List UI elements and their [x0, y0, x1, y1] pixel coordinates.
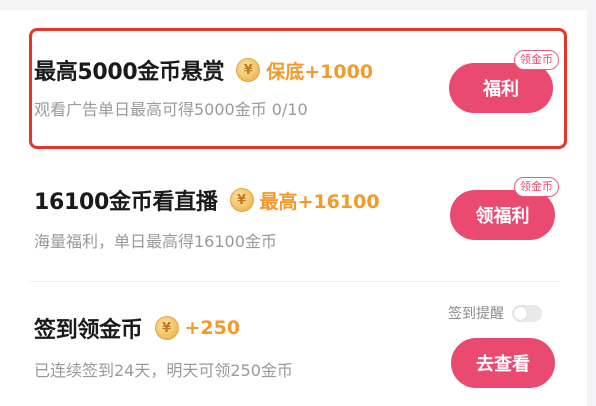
task-subtitle: 已连续签到24天，明天可领250金币 [34, 361, 293, 380]
task-title-row: 签到领金币 ¥ +250 [34, 312, 240, 344]
top-divider [0, 0, 596, 10]
highlight-box [29, 28, 567, 149]
task-title: 签到领金币 [34, 318, 143, 343]
task-reward: 最高+16100 [259, 190, 380, 213]
task-reward: +250 [184, 317, 241, 339]
view-button[interactable]: 去查看 [451, 338, 555, 388]
reminder-toggle[interactable] [512, 304, 542, 322]
check-in-reminder: 签到提醒 [448, 303, 542, 323]
toggle-knob [514, 306, 527, 320]
get-coins-badge: 领金币 [514, 177, 559, 197]
coin-icon: ¥ [229, 188, 254, 212]
claim-welfare-button[interactable]: 领福利 [450, 190, 555, 240]
coin-icon: ¥ [154, 316, 179, 340]
task-title-row: 16100金币看直播 ¥ 最高+16100 [34, 184, 380, 216]
right-edge-background [587, 0, 596, 406]
task-subtitle: 海量福利，单日最高得16100金币 [34, 232, 277, 251]
reminder-label: 签到提醒 [448, 306, 504, 322]
divider-line [30, 281, 560, 282]
task-title: 16100金币看直播 [34, 190, 218, 215]
